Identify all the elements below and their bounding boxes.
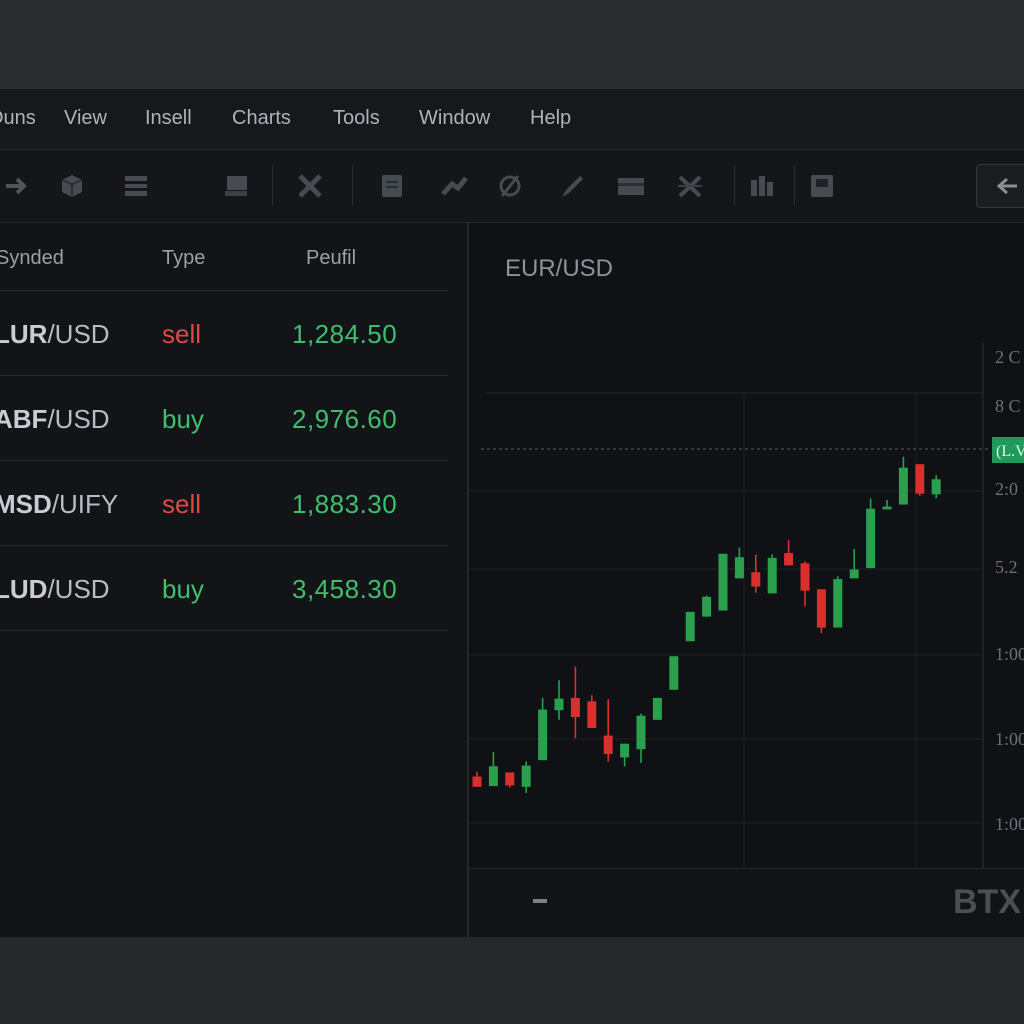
toolbar-separator: [794, 166, 795, 206]
candle-body: [570, 697, 580, 718]
candle-body: [849, 569, 859, 579]
window-icon[interactable]: [222, 172, 250, 200]
positions-panel: Synded Type Peufil LUR/USD sell 1,284.50…: [0, 223, 468, 937]
column-header-symbol[interactable]: Synded: [0, 247, 64, 270]
y-tick-label: 1:00: [995, 729, 1024, 749]
position-row[interactable]: LUD/USD buy 3,458.30: [0, 546, 448, 631]
y-tick-label: 5.2: [995, 557, 1018, 577]
position-type-sell: sell: [162, 319, 202, 349]
chart-panel: EUR/USD (L.V2 C8 C2:05.21:001:001:001:01…: [469, 223, 1024, 937]
candle-body: [816, 589, 826, 628]
candle-body: [669, 656, 679, 690]
menu-view[interactable]: View: [64, 107, 107, 130]
candle-body: [898, 467, 908, 505]
position-row[interactable]: MSD/UIFY sell 1,883.30: [0, 461, 448, 546]
desktop-backdrop: [0, 936, 1024, 1024]
candle-body: [915, 464, 925, 494]
candle-body: [866, 508, 876, 569]
toolbar: [0, 150, 1024, 223]
y-tick-label: 1:00: [995, 644, 1024, 664]
brush-icon[interactable]: [440, 172, 468, 200]
y-tick-label: 2 C: [995, 347, 1021, 367]
card-icon[interactable]: [616, 172, 644, 200]
menu-ouns[interactable]: Ouns: [0, 107, 36, 130]
candlestick-chart[interactable]: (L.V2 C8 C2:05.21:001:001:001:014:0011:0…: [469, 223, 1024, 868]
candle-body: [702, 596, 712, 617]
list-icon[interactable]: [122, 172, 150, 200]
crosshair-icon[interactable]: [296, 172, 324, 200]
position-type-sell: sell: [162, 489, 202, 519]
candle-body: [718, 553, 728, 611]
position-type-buy: buy: [162, 404, 204, 434]
position-row[interactable]: ABF/USD buy 2,976.60: [0, 376, 448, 461]
y-tick-label: 1:00: [995, 814, 1024, 834]
candle-body: [636, 715, 646, 750]
position-value: 1,284.50: [292, 319, 398, 349]
candle-body: [603, 735, 613, 754]
candle-body: [554, 698, 564, 711]
candle-body: [784, 553, 794, 566]
position-value: 1,883.30: [292, 489, 398, 519]
candle-body: [620, 743, 630, 758]
candle-body: [751, 572, 761, 587]
column-icon[interactable]: [748, 172, 776, 200]
chart-bottom-bar: BTX: [469, 868, 1024, 937]
candle-body: [488, 766, 498, 787]
y-tick-label: 2:0: [995, 479, 1018, 499]
candle-body: [538, 709, 548, 761]
column-header-value[interactable]: Peufil: [306, 247, 356, 270]
menu-tools[interactable]: Tools: [333, 107, 380, 130]
candle-body: [767, 557, 777, 594]
current-price-label: (L.V: [996, 443, 1024, 460]
chart-watermark: BTX: [953, 883, 1021, 921]
candle-body: [652, 697, 662, 720]
trading-app-window: Ouns View Insell Charts Tools Window Hel…: [0, 88, 1024, 937]
candle-body: [931, 479, 941, 495]
position-symbol: MSD/UIFY: [0, 489, 119, 519]
candle-body: [685, 611, 695, 642]
toolbar-separator: [352, 166, 353, 206]
pencil-icon[interactable]: [558, 172, 586, 200]
menu-help[interactable]: Help: [530, 107, 571, 130]
position-value: 3,458.30: [292, 574, 398, 604]
y-tick-label: 8 C: [995, 396, 1021, 416]
candle-body: [521, 765, 531, 787]
candle-body: [505, 772, 515, 786]
cube-icon[interactable]: [58, 172, 86, 200]
column-header-type[interactable]: Type: [162, 247, 205, 270]
toolbar-separator: [734, 166, 735, 206]
candle-body: [472, 776, 482, 787]
position-value: 2,976.60: [292, 404, 398, 434]
positions-header: Synded Type Peufil: [0, 223, 448, 291]
collapse-dash[interactable]: [533, 899, 547, 903]
cross-tools-icon[interactable]: [676, 172, 704, 200]
position-row[interactable]: LUR/USD sell 1,284.50: [0, 291, 448, 376]
no-entry-icon[interactable]: [496, 172, 524, 200]
document-icon[interactable]: [378, 172, 406, 200]
menu-charts[interactable]: Charts: [232, 107, 291, 130]
save-icon[interactable]: [808, 172, 836, 200]
candle-body: [833, 579, 843, 628]
menu-window[interactable]: Window: [419, 107, 490, 130]
back-button[interactable]: [976, 164, 1024, 208]
candle-body: [800, 563, 810, 591]
toolbar-separator: [272, 166, 273, 206]
candle-body: [734, 557, 744, 579]
position-symbol: LUD/USD: [0, 574, 110, 604]
position-symbol: ABF/USD: [0, 404, 110, 434]
menu-bar: Ouns View Insell Charts Tools Window Hel…: [0, 89, 1024, 150]
position-symbol: LUR/USD: [0, 319, 110, 349]
menu-insell[interactable]: Insell: [145, 107, 192, 130]
candle-body: [882, 506, 892, 510]
position-type-buy: buy: [162, 574, 204, 604]
back-arrow-icon: [996, 177, 1017, 195]
arrow-right-icon[interactable]: [2, 172, 30, 200]
candle-body: [587, 701, 597, 729]
